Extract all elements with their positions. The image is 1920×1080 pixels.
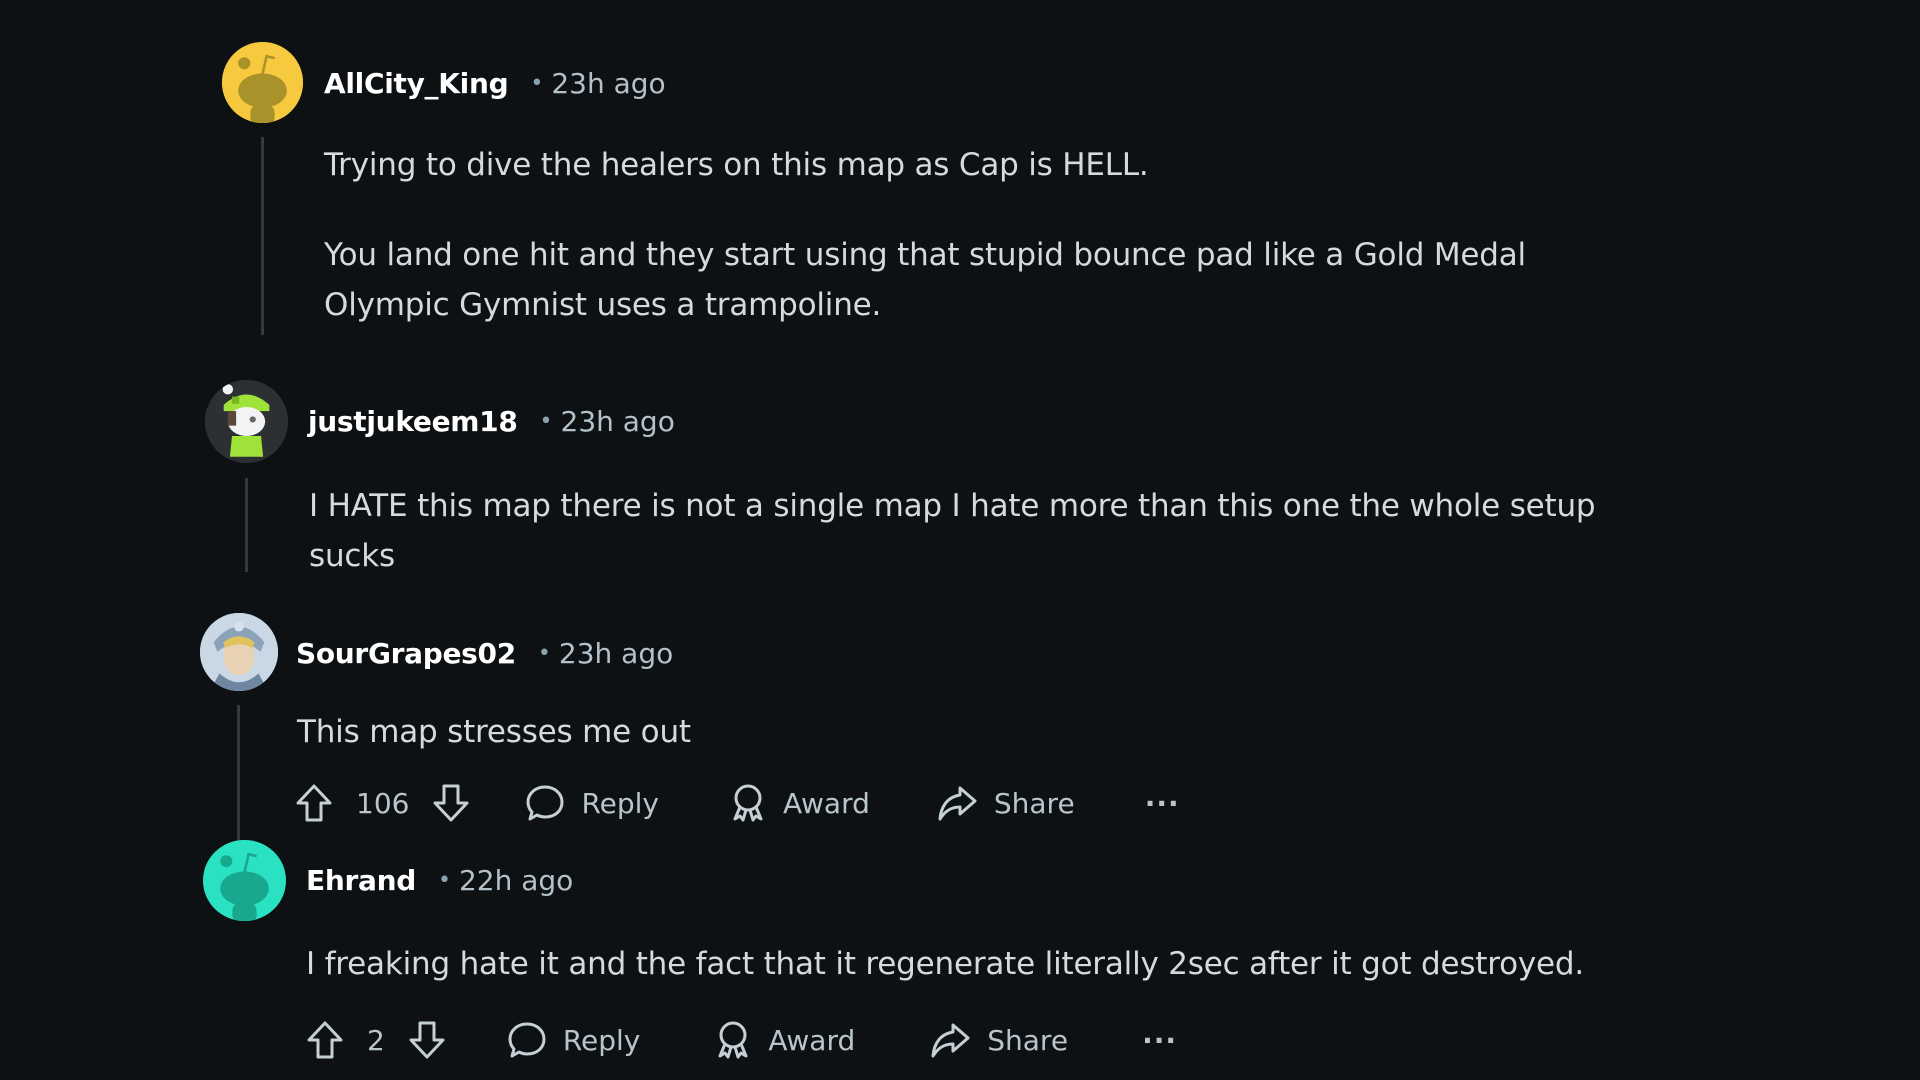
thread-line[interactable] (261, 137, 264, 335)
timestamp[interactable]: 23h ago (551, 67, 665, 100)
comment-body: This map stresses me out (297, 707, 1597, 757)
comment-paragraph: You land one hit and they start using th… (324, 237, 1526, 323)
comment-body: I HATE this map there is not a single ma… (309, 481, 1669, 581)
comment-actions: 106 Reply Award Share ··· (294, 778, 1180, 828)
comment-paragraph: I HATE this map there is not a single ma… (309, 488, 1596, 574)
share-button[interactable]: Share (929, 1020, 1068, 1060)
username[interactable]: SourGrapes02 (296, 637, 516, 670)
timestamp[interactable]: 23h ago (559, 637, 673, 670)
comment-bubble-icon (526, 785, 564, 821)
more-dots-icon: ··· (1142, 1023, 1177, 1057)
comment-body: Trying to dive the healers on this map a… (324, 140, 1624, 330)
comment-paragraph: I freaking hate it and the fact that it … (306, 946, 1585, 982)
downvote-button[interactable] (407, 1020, 447, 1060)
reply-button[interactable]: Reply (525, 783, 659, 823)
award-label: Award (768, 1023, 856, 1057)
timestamp[interactable]: 22h ago (459, 864, 573, 897)
share-arrow-icon (931, 1023, 970, 1058)
separator-dot: • (539, 408, 553, 434)
reply-button[interactable]: Reply (507, 1020, 641, 1060)
avatar[interactable] (205, 380, 288, 463)
comment-body: I freaking hate it and the fact that it … (306, 939, 1706, 989)
upvote-arrow-icon (307, 1021, 343, 1059)
award-label: Award (783, 786, 870, 820)
avatar[interactable] (203, 840, 286, 921)
share-button[interactable]: Share (936, 783, 1075, 823)
snoo-avatar-icon (222, 42, 303, 123)
reply-label: Reply (581, 786, 659, 820)
green-beanie-character-avatar (205, 380, 288, 463)
username[interactable]: Ehrand (306, 864, 416, 897)
reply-label: Reply (562, 1023, 641, 1057)
downvote-arrow-icon (409, 1021, 445, 1059)
thread-line[interactable] (237, 705, 240, 842)
avatar[interactable] (222, 42, 303, 123)
comment-actions: 2 Reply Award Share ··· (305, 1015, 1177, 1065)
share-label: Share (987, 1023, 1069, 1057)
comment-bubble-icon (508, 1022, 546, 1058)
timestamp[interactable]: 23h ago (561, 405, 675, 438)
downvote-button[interactable] (431, 783, 471, 823)
username[interactable]: justjukeem18 (308, 405, 518, 438)
share-label: Share (993, 786, 1075, 820)
more-options-button[interactable]: ··· (1145, 787, 1180, 820)
snoo-avatar-icon (204, 840, 285, 921)
separator-dot: • (537, 640, 551, 666)
award-button[interactable]: Award (729, 783, 870, 823)
vote-score: 2 (367, 1023, 385, 1057)
award-button[interactable]: Award (714, 1020, 855, 1060)
more-options-button[interactable]: ··· (1142, 1024, 1177, 1057)
vote-score: 106 (356, 786, 410, 820)
comment-paragraph: This map stresses me out (297, 714, 691, 750)
award-ribbon-icon (733, 784, 763, 822)
upvote-button[interactable] (305, 1020, 345, 1060)
thread-line[interactable] (245, 478, 248, 572)
separator-dot: • (437, 867, 451, 893)
upvote-arrow-icon (296, 784, 332, 822)
username[interactable]: AllCity_King (324, 67, 509, 100)
anime-character-avatar (200, 613, 278, 691)
comment-paragraph: Trying to dive the healers on this map a… (324, 147, 1149, 183)
award-ribbon-icon (718, 1021, 748, 1059)
separator-dot: • (530, 70, 544, 96)
avatar[interactable] (200, 613, 278, 691)
share-arrow-icon (938, 786, 977, 821)
more-dots-icon: ··· (1144, 786, 1180, 820)
upvote-button[interactable] (294, 783, 334, 823)
downvote-arrow-icon (433, 784, 469, 822)
